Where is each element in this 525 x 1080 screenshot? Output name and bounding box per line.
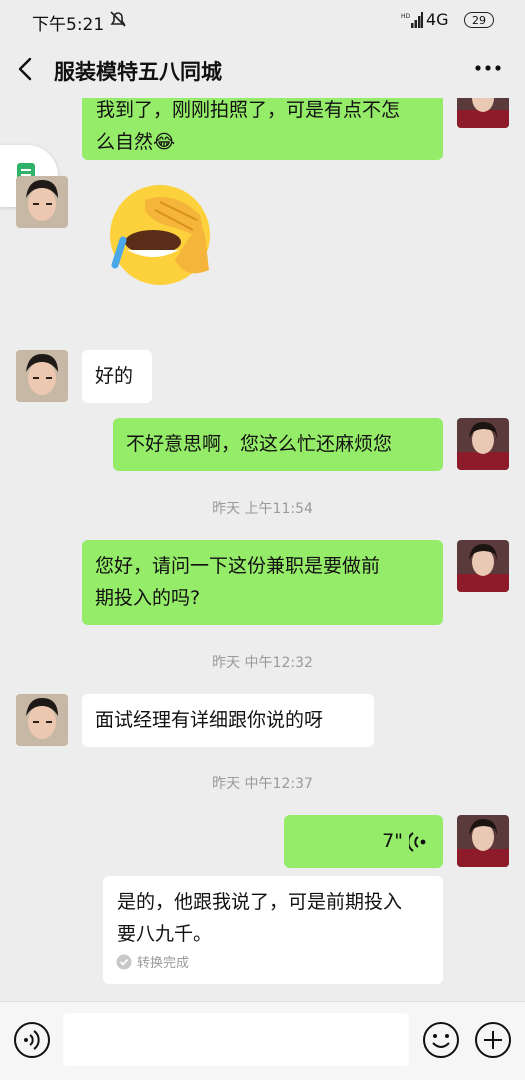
check-circle-icon	[116, 954, 132, 970]
status-time: 下午5:21	[32, 15, 105, 35]
emoji-icon[interactable]	[422, 1021, 460, 1059]
back-icon[interactable]	[14, 56, 38, 82]
more-icon[interactable]	[474, 58, 502, 78]
avatar-contact[interactable]	[16, 176, 68, 228]
voice-toggle-icon[interactable]	[13, 1021, 51, 1059]
voice-wave-icon	[409, 832, 426, 852]
message-bubble-incoming[interactable]: 好的	[82, 350, 152, 403]
message-text: 好的	[95, 365, 134, 387]
message-bubble-outgoing[interactable]: 我到了，刚刚拍照了，可是有点不怎 么自然😂	[82, 98, 443, 160]
avatar-contact[interactable]	[16, 694, 68, 746]
message-text: 期投入的吗?	[95, 587, 201, 609]
message-text: 么自然😂	[96, 131, 176, 153]
message-bubble-outgoing[interactable]: 您好，请问一下这份兼职是要做前 期投入的吗?	[82, 540, 443, 625]
message-input[interactable]	[63, 1013, 409, 1066]
timestamp: 昨天 中午12:37	[212, 776, 313, 792]
transcript-status: 转换完成	[116, 954, 189, 973]
voice-transcript-bubble[interactable]: 是的，他跟我说了，可是前期投入 要八九千。 转换完成	[103, 876, 443, 984]
message-text: 面试经理有详细跟你说的呀	[95, 709, 324, 731]
chat-header: 服装模特五八同城	[0, 42, 525, 98]
message-text: 您好，请问一下这份兼职是要做前	[95, 555, 381, 577]
message-bubble-outgoing[interactable]: 不好意思啊，您这么忙还麻烦您	[113, 418, 443, 471]
svg-text:HD: HD	[401, 13, 411, 20]
avatar-self[interactable]	[457, 418, 509, 470]
message-text: 不好意思啊，您这么忙还麻烦您	[126, 433, 393, 455]
voice-duration: 7"	[382, 830, 403, 852]
timestamp: 昨天 中午12:32	[212, 655, 313, 671]
mute-icon	[110, 11, 126, 27]
voice-message-bubble[interactable]: 7"	[284, 815, 443, 868]
sticker-facepalm[interactable]	[105, 180, 220, 288]
status-bar: 下午5:21 HD 4G 29	[0, 0, 525, 42]
avatar-self[interactable]	[457, 540, 509, 592]
avatar-self[interactable]	[457, 815, 509, 867]
timestamp: 昨天 上午11:54	[212, 501, 313, 517]
message-bubble-incoming[interactable]: 面试经理有详细跟你说的呀	[82, 694, 374, 747]
signal-icon: HD	[401, 12, 423, 28]
transcript-text: 是的，他跟我说了，可是前期投入	[117, 891, 403, 913]
chat-area[interactable]: 我到了，刚刚拍照了，可是有点不怎 么自然😂 好的 不好意思啊，您这么忙还麻烦您 …	[0, 98, 525, 1001]
message-text: 我到了，刚刚拍照了，可是有点不怎	[96, 99, 401, 121]
transcript-text: 要八九千。	[117, 923, 213, 945]
plus-icon[interactable]	[474, 1021, 512, 1059]
avatar-contact[interactable]	[16, 350, 68, 402]
network-label: 4G	[426, 10, 449, 29]
chat-title: 服装模特五八同城	[54, 60, 222, 84]
avatar-self[interactable]	[457, 98, 509, 128]
battery-indicator: 29	[464, 12, 494, 28]
message-input-bar	[0, 1001, 525, 1080]
